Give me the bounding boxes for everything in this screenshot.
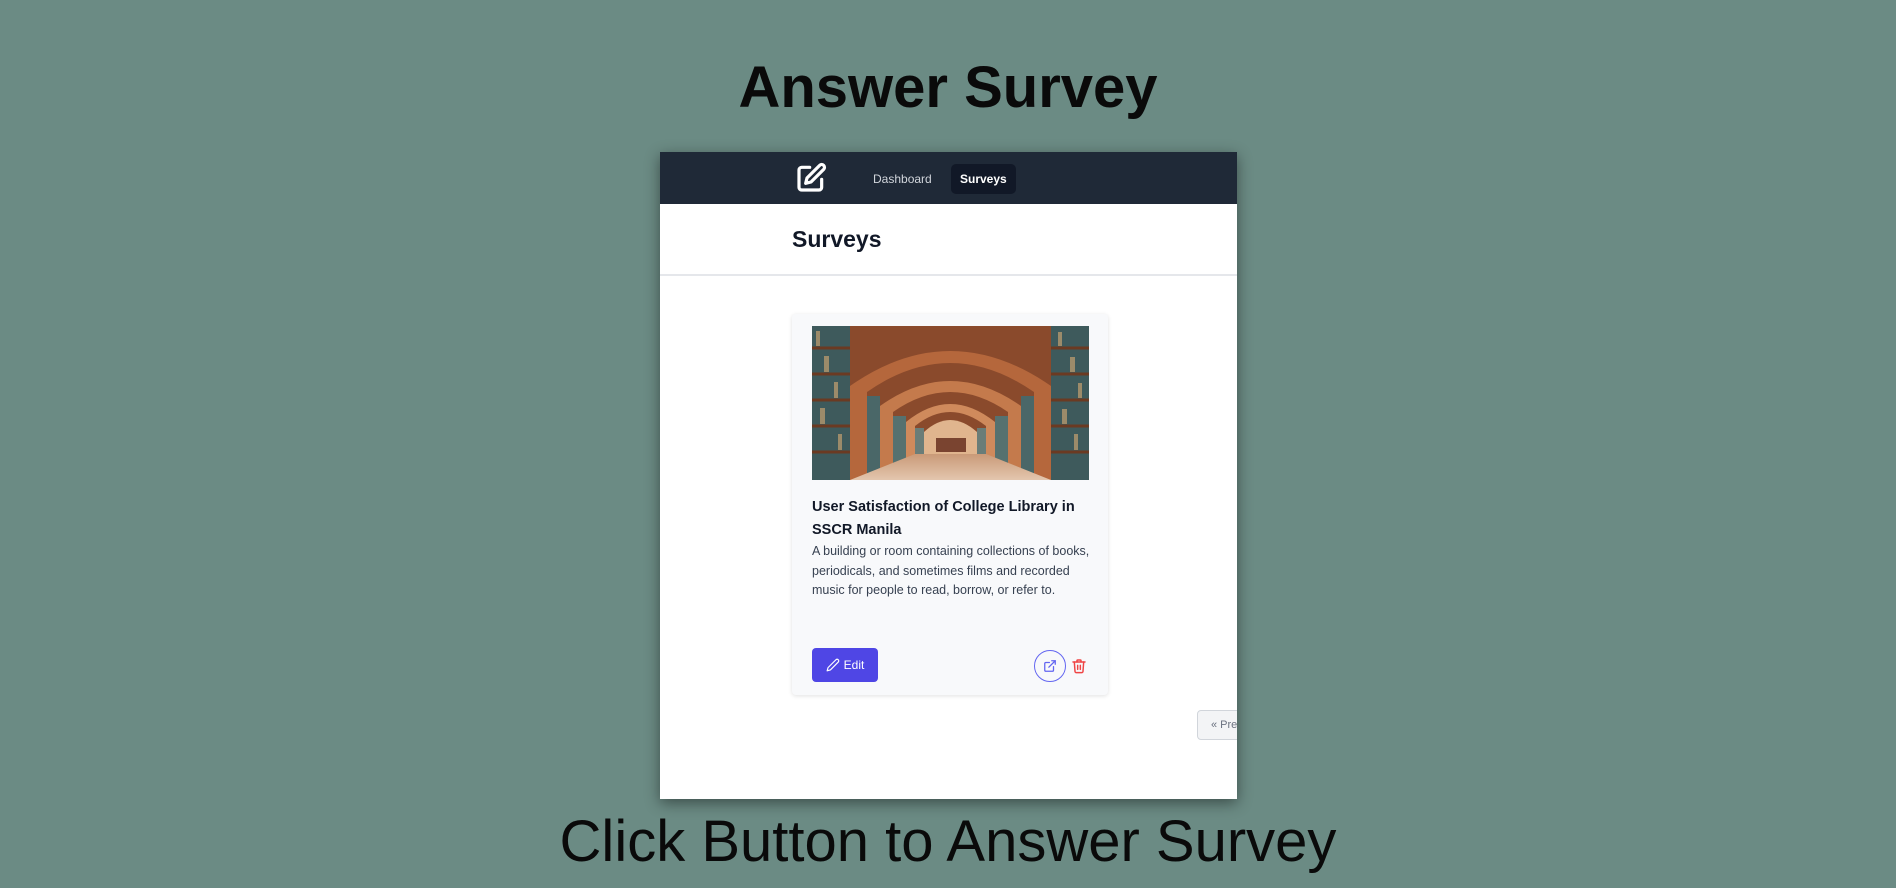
edit-button[interactable]: Edit xyxy=(812,648,878,682)
delete-button[interactable] xyxy=(1068,654,1090,678)
page-header: Surveys xyxy=(660,204,1237,276)
nav-link-surveys[interactable]: Surveys xyxy=(951,164,1016,194)
slide-title: Answer Survey xyxy=(738,55,1158,120)
slide-caption: Click Button to Answer Survey xyxy=(559,809,1337,874)
pagination-previous-button[interactable]: « Previous xyxy=(1197,710,1237,740)
nav-link-dashboard[interactable]: Dashboard xyxy=(864,164,941,194)
pencil-icon xyxy=(826,658,839,672)
external-link-icon xyxy=(1044,660,1056,672)
library-arches-image xyxy=(812,326,1089,480)
answer-survey-button[interactable] xyxy=(1034,650,1066,682)
survey-description: A building or room containing collection… xyxy=(812,544,1090,597)
survey-title: User Satisfaction of College Library in … xyxy=(812,499,1075,538)
app-window: Dashboard Surveys Surveys User Satisfact… xyxy=(660,152,1237,799)
trash-icon xyxy=(1072,659,1086,674)
navbar: Dashboard Surveys xyxy=(660,152,1237,204)
page-title: Surveys xyxy=(792,226,882,252)
pencil-square-icon[interactable] xyxy=(795,162,827,194)
edit-label: Edit xyxy=(843,658,865,672)
survey-card: User Satisfaction of College Library in … xyxy=(792,314,1108,695)
